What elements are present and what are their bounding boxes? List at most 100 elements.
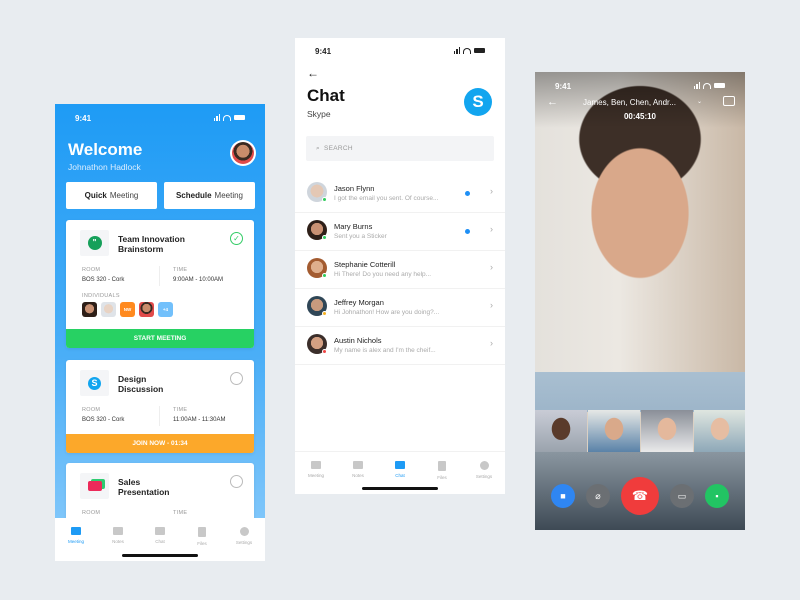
list-item[interactable]: Stephanie Cotterill Hi There! Do you nee… [295,251,505,289]
tab-bar: Meeting Notes Chat Files Settings [295,451,505,494]
unread-indicator [465,229,470,234]
participants-label[interactable]: James, Ben, Chen, Andr... [583,98,676,107]
status-dot [322,235,327,240]
chevron-right-icon: › [490,186,493,196]
file-icon [438,461,446,471]
chevron-right-icon: › [490,338,493,348]
meeting-card[interactable]: S Design Discussion ROOM BOS 320 - Cork T… [66,360,254,453]
battery-icon [234,115,245,120]
participant-video[interactable] [694,410,745,452]
chat-bubble-icon [155,527,165,535]
list-item[interactable]: Austin Nichols My name is alex and I'm t… [295,327,505,365]
quick-meeting-button[interactable]: Quick Meeting [66,182,157,209]
status-bar: 9:41 [535,82,745,96]
video-chat-icon [80,473,109,499]
welcome-title: Welcome [68,140,143,159]
notes-icon [113,527,123,535]
wifi-icon [463,47,471,54]
page-subtitle: Skype [307,109,331,119]
status-time: 9:41 [555,82,572,91]
mic-off-icon: ⌀ [595,490,601,501]
tab-meeting[interactable]: Meeting [298,461,334,494]
wifi-icon [703,82,711,89]
battery-icon [714,83,725,88]
chat-bubble-icon: ▪ [715,491,719,501]
back-arrow-icon[interactable]: ← [307,66,319,80]
signal-icon [693,82,700,89]
tab-settings[interactable]: Settings [466,461,502,494]
join-now-button[interactable]: JOIN NOW - 01:34 [66,434,254,453]
home-indicator[interactable] [122,554,198,557]
end-call-button[interactable]: ☎ [621,477,659,515]
file-icon [198,527,206,537]
battery-icon [474,48,485,53]
avatar[interactable] [139,302,154,317]
list-item[interactable]: Jeffrey Morgan Hi Johnathon! How are you… [295,289,505,327]
hangouts-icon: " [80,230,109,256]
avatar[interactable] [82,302,97,317]
chat-bubble-icon [395,461,405,469]
profile-avatar[interactable] [230,140,256,166]
mute-button[interactable]: ⌀ [586,484,610,508]
signal-icon [213,114,220,121]
meeting-card[interactable]: " Team Innovation Brainstorm ✓ ROOM BOS 3… [66,220,254,348]
page-title: Chat [307,86,345,105]
status-dot [322,273,327,278]
schedule-meeting-button[interactable]: Schedule Meeting [164,182,255,209]
phone-hangup-icon: ☎ [631,488,649,503]
pending-check-icon[interactable] [230,372,243,385]
signal-icon [453,47,460,54]
pending-check-icon[interactable] [230,475,243,488]
status-dot [322,197,327,202]
participant-video[interactable] [641,410,693,452]
video-toggle-button[interactable]: ■ [551,484,575,508]
video-camera-icon: ■ [560,491,566,501]
video-camera-icon [311,461,321,469]
contact-list: Jason Flynn I got the email you sent. Of… [295,175,505,365]
chevron-right-icon: › [490,262,493,272]
status-dot [322,349,327,354]
status-dot [322,311,327,316]
gear-icon [479,461,489,470]
search-input[interactable]: ⌕ SEARCH [306,136,494,161]
more-individuals-badge[interactable]: +4 [158,302,173,317]
screen-share-button[interactable]: ▭ [670,484,694,508]
home-indicator[interactable] [362,487,438,490]
list-item[interactable]: Mary Burns Sent you a Sticker › [295,213,505,251]
search-icon: ⌕ [316,144,320,152]
skype-icon: S [80,370,109,396]
video-camera-icon [71,527,81,535]
back-arrow-icon[interactable]: ← [547,96,558,108]
wifi-icon [223,114,231,121]
notes-icon [353,461,363,469]
individuals-list: NW +4 [82,302,173,317]
tab-settings[interactable]: Settings [226,527,262,561]
switch-camera-icon[interactable] [723,96,735,106]
status-time: 9:41 [75,114,92,123]
tab-meeting[interactable]: Meeting [58,527,94,561]
participant-thumbnails [535,410,745,452]
video-call-screen: 9:41 ← James, Ben, Chen, Andr... ⌄ 00:45… [535,72,745,530]
unread-indicator [465,191,470,196]
avatar[interactable]: NW [120,302,135,317]
gear-icon [239,527,249,536]
chat-button[interactable]: ▪ [705,484,729,508]
list-item[interactable]: Jason Flynn I got the email you sent. Of… [295,175,505,213]
status-bar: 9:41 [55,114,265,128]
chevron-right-icon: › [490,224,493,234]
user-name: Johnathon Hadlock [68,162,141,172]
status-time: 9:41 [315,47,332,56]
meeting-screen: 9:41 Welcome Johnathon Hadlock Quick Meet… [55,104,265,561]
call-controls: ■ ⌀ ☎ ▭ ▪ [535,477,745,515]
start-meeting-button[interactable]: START MEETING [66,329,254,348]
participant-video[interactable] [588,410,640,452]
chevron-down-icon[interactable]: ⌄ [697,98,702,105]
skype-logo-icon: S [464,88,492,116]
avatar[interactable] [101,302,116,317]
tab-bar: Meeting Notes Chat Files Settings [55,518,265,561]
screen-share-icon: ▭ [677,490,687,501]
chevron-right-icon: › [490,300,493,310]
participant-video[interactable] [535,410,587,452]
chat-screen: 9:41 ← Chat Skype S ⌕ SEARCH Jason Flynn… [295,38,505,494]
completed-check-icon[interactable]: ✓ [230,232,243,245]
